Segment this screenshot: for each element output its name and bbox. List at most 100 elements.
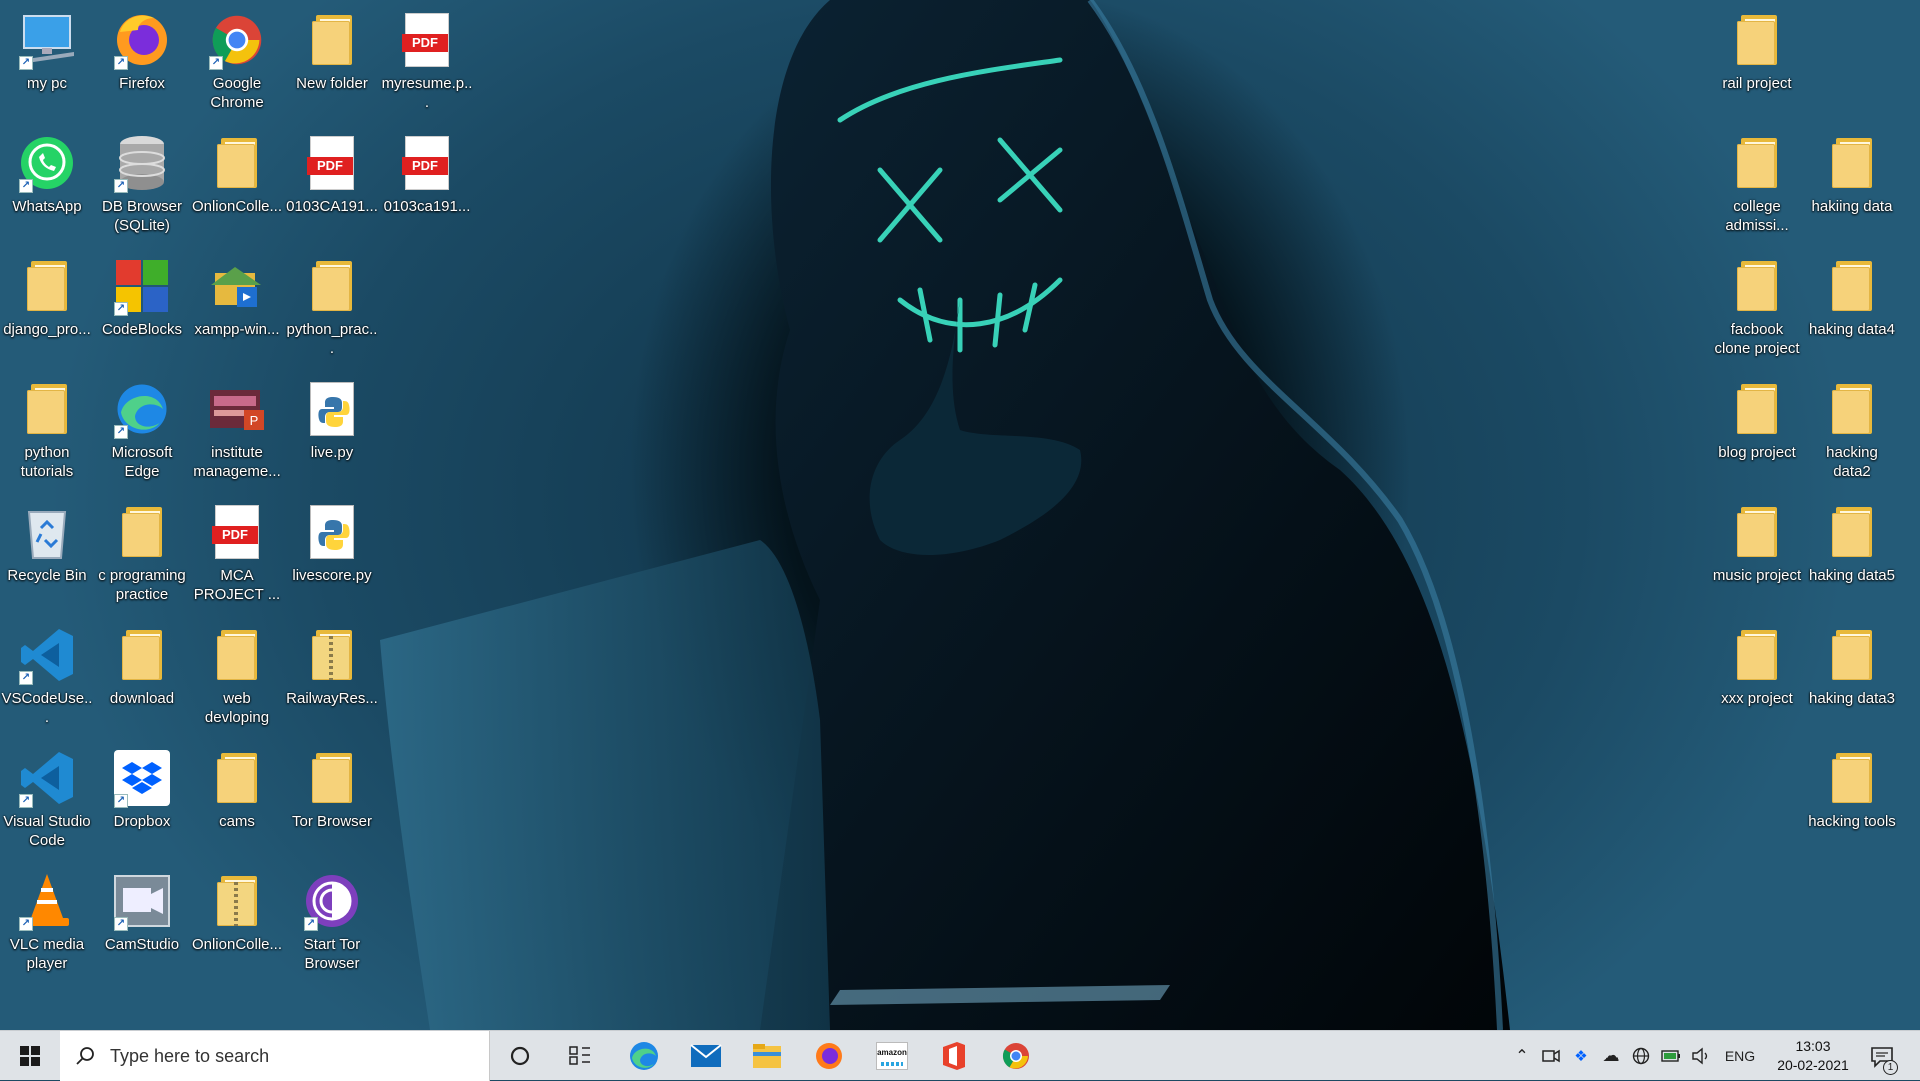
vscode-icon: ↗ [15,623,79,687]
desktop-icon-label: haking data3 [1809,690,1895,707]
desktop-icon-visual-studio-code[interactable]: ↗ Visual Studio Code [0,738,94,858]
chrome-icon [1002,1043,1029,1069]
tray-volume-button[interactable] [1690,1045,1712,1067]
desktop-icon-python-prac[interactable]: python_prac... [285,246,379,366]
desktop-icon-my-pc[interactable]: ↗ my pc [0,0,94,120]
desktop-icon-xxx-project[interactable]: xxx project [1710,615,1804,735]
pdf-icon: PDF [395,131,459,195]
tray-network-button[interactable] [1630,1045,1652,1067]
desktop-icon-institute-manageme[interactable]: Pinstitute manageme... [190,369,284,489]
taskbar-edge-button[interactable] [618,1031,670,1081]
desktop-icon-label: college admissi... [1725,198,1789,234]
folder-icon [300,254,364,318]
task-view-button[interactable] [554,1031,606,1081]
desktop-icon-start-tor-browser[interactable]: ↗ Start Tor Browser [285,861,379,981]
desktop-icon-new-folder[interactable]: New folder [285,0,379,120]
folder-icon [300,8,364,72]
desktop-icon-college-admissi[interactable]: college admissi... [1710,123,1804,243]
taskbar-amazon-button[interactable]: amazon [866,1031,918,1081]
taskbar-file-explorer-button[interactable] [741,1031,793,1081]
desktop-icon-onlioncolle[interactable]: OnlionColle... [190,123,284,243]
desktop-icon-haking-data5[interactable]: haking data5 [1805,492,1899,612]
desktop-icon-label: 0103CA191... [286,198,378,215]
edge-icon [630,1042,658,1070]
desktop-icon-live-py[interactable]: live.py [285,369,379,489]
desktop-icon-xampp-win[interactable]: xampp-win... [190,246,284,366]
desktop-icon-hacking-data2[interactable]: hacking data2 [1805,369,1899,489]
file-explorer-icon [753,1044,781,1068]
desktop-icon-blog-project[interactable]: blog project [1710,369,1804,489]
tray-battery-button[interactable] [1660,1045,1682,1067]
desktop-icon-codeblocks[interactable]: ↗ CodeBlocks [95,246,189,366]
folder-icon [205,746,269,810]
tray-meet-now-button[interactable] [1540,1045,1562,1067]
taskbar-chrome-button[interactable] [990,1031,1042,1081]
desktop-icon-web-devloping[interactable]: web devloping [190,615,284,735]
desktop-icon-download[interactable]: download [95,615,189,735]
desktop[interactable]: ↗ my pc ↗ Firefox ↗ Google Chrome New folder PD… [0,0,1920,1030]
clock-button[interactable]: 13:03 20-02-2021 [1768,1037,1858,1075]
desktop-icon-haking-data3[interactable]: haking data3 [1805,615,1899,735]
desktop-icon-label: CamStudio [104,936,180,953]
taskbar-mail-button[interactable] [680,1031,732,1081]
folder-icon [15,254,79,318]
desktop-icon-livescore-py[interactable]: livescore.py [285,492,379,612]
start-button[interactable] [0,1031,60,1081]
desktop-icon-label: 0103ca191... [383,198,471,215]
desktop-icon-music-project[interactable]: music project [1710,492,1804,612]
desktop-icon-0103ca191[interactable]: PDF 0103ca191... [380,123,474,243]
desktop-icon-label: music project [1712,567,1802,584]
desktop-icon-label: download [109,690,175,707]
desktop-icon-vlc-media-player[interactable]: ↗ VLC media player [0,861,94,981]
desktop-icon-firefox[interactable]: ↗ Firefox [95,0,189,120]
desktop-icon-vscodeuse[interactable]: ↗ VSCodeUse... [0,615,94,735]
desktop-icon-tor-browser[interactable]: Tor Browser [285,738,379,858]
desktop-icon-label: VLC media player [9,936,85,972]
desktop-icon-label: rail project [1722,75,1792,92]
desktop-icon-myresume-p[interactable]: PDF myresume.p... [380,0,474,120]
shortcut-arrow-icon: ↗ [19,917,33,931]
tray-onedrive-button[interactable]: ☁ [1600,1045,1622,1067]
desktop-icon-label: livescore.py [292,567,372,584]
firefox-icon: ↗ [110,8,174,72]
desktop-icon-label: WhatsApp [12,198,82,215]
desktop-icon-recycle-bin[interactable]: Recycle Bin [0,492,94,612]
xampp-installer-icon [205,254,269,318]
desktop-icon-haking-data4[interactable]: haking data4 [1805,246,1899,366]
desktop-icon-railwayres[interactable]: RailwayRes... [285,615,379,735]
desktop-icon-google-chrome[interactable]: ↗ Google Chrome [190,0,284,120]
desktop-icon-django-pro[interactable]: django_pro... [0,246,94,366]
action-center-button[interactable]: 1 [1862,1043,1902,1075]
folder-icon [1725,131,1789,195]
python-file-icon [300,500,364,564]
taskbar-office-button[interactable] [928,1031,980,1081]
desktop-icon-c-programing-practice[interactable]: c programing practice [95,492,189,612]
notification-count: 1 [1883,1060,1898,1075]
search-input[interactable]: Type here to search [60,1031,490,1081]
desktop-icon-onlioncolle[interactable]: OnlionColle... [190,861,284,981]
desktop-icon-rail-project[interactable]: rail project [1710,0,1804,120]
desktop-icon-hakiing-data[interactable]: hakiing data [1805,123,1899,243]
desktop-icon-label: python tutorials [20,444,74,480]
language-indicator[interactable]: ENG [1720,1045,1760,1067]
desktop-icon-0103ca191[interactable]: PDF 0103CA191... [285,123,379,243]
recycle-bin-icon [15,500,79,564]
desktop-icon-facbook-clone-project[interactable]: facbook clone project [1710,246,1804,366]
taskbar-firefox-button[interactable] [803,1031,855,1081]
desktop-icon-label: hakiing data [1811,198,1893,215]
desktop-icon-db-browser-sqlite[interactable]: ↗ DB Browser (SQLite) [95,123,189,243]
cortana-button[interactable] [494,1031,546,1081]
desktop-icon-hacking-tools[interactable]: hacking tools [1805,738,1899,858]
desktop-icon-cams[interactable]: cams [190,738,284,858]
desktop-icon-mca-project[interactable]: PDF MCA PROJECT ... [190,492,284,612]
desktop-icon-camstudio[interactable]: ↗ CamStudio [95,861,189,981]
desktop-icon-dropbox[interactable]: ↗ Dropbox [95,738,189,858]
show-hidden-icons-button[interactable]: ⌃ [1512,1045,1532,1067]
desktop-icon-microsoft-edge[interactable]: ↗ Microsoft Edge [95,369,189,489]
desktop-icon-python-tutorials[interactable]: python tutorials [0,369,94,489]
tray-dropbox-button[interactable]: ❖ [1570,1045,1592,1067]
desktop-icon-label: Recycle Bin [7,567,87,584]
database-icon: ↗ [110,131,174,195]
folder-icon [1820,500,1884,564]
desktop-icon-whatsapp[interactable]: ↗ WhatsApp [0,123,94,243]
